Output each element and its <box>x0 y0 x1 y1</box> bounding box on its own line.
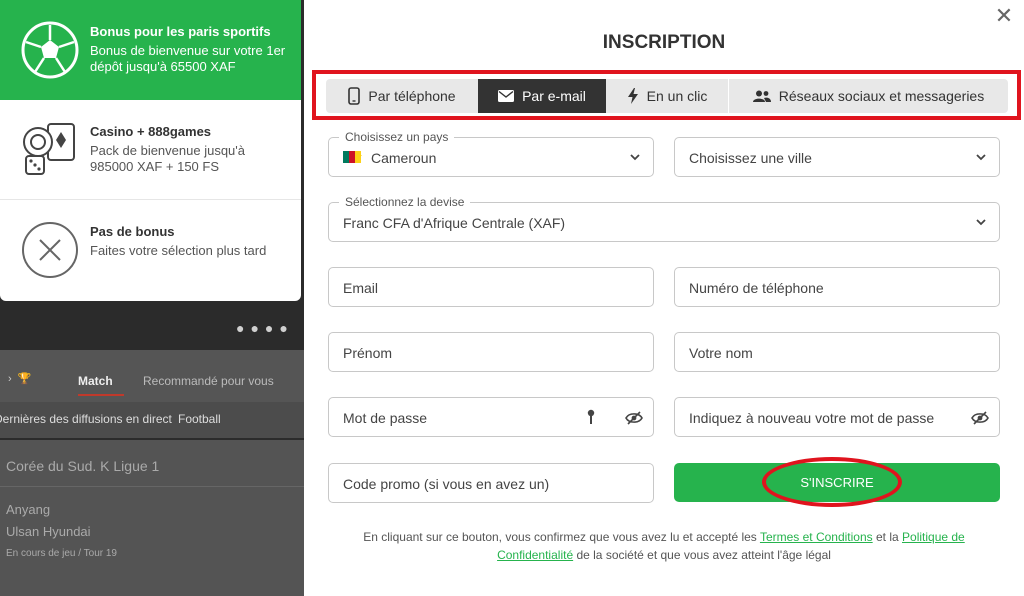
chevron-down-icon <box>976 154 986 161</box>
bonus-option-none[interactable]: Pas de bonus Faites votre sélection plus… <box>0 200 301 300</box>
envelope-icon <box>498 90 515 102</box>
currency-select[interactable]: Sélectionnez la devise Franc CFA d'Afriq… <box>328 195 1000 242</box>
background-filter-bar: Dernières des diffusions en direct Footb… <box>0 402 304 438</box>
tab-email[interactable]: Par e-mail <box>478 79 606 113</box>
currency-value: Franc CFA d'Afrique Centrale (XAF) <box>343 215 566 231</box>
eye-hidden-icon[interactable] <box>625 411 643 425</box>
password-field[interactable]: Mot de passe <box>328 397 654 437</box>
promo-placeholder: Code promo (si vous en avez un) <box>343 476 550 492</box>
bonus-title: Bonus pour les paris sportifs <box>90 24 271 39</box>
tab-label: Réseaux sociaux et messageries <box>778 88 985 104</box>
password-placeholder: Mot de passe <box>343 410 428 426</box>
users-icon <box>752 90 771 102</box>
background-round: En cours de jeu / Tour 19 <box>6 548 117 559</box>
background-league: Corée du Sud. K Ligue 1 <box>6 458 160 474</box>
background-filter-football: Football <box>178 412 221 426</box>
background-tab-underline <box>78 394 124 396</box>
eye-hidden-icon[interactable] <box>971 411 989 425</box>
legal-text-middle: et la <box>872 530 903 544</box>
modal-title: INSCRIPTION <box>602 32 726 53</box>
currency-label: Sélectionnez la devise <box>339 195 471 209</box>
bonus-title: Casino + 888games <box>90 124 212 139</box>
firstname-field[interactable]: Prénom <box>328 332 654 372</box>
background-filter-live: Dernières des diffusions en direct <box>0 412 172 426</box>
country-label: Choisissez un pays <box>339 130 455 144</box>
phone-icon <box>348 87 361 105</box>
email-field[interactable]: Email <box>328 267 654 307</box>
firstname-placeholder: Prénom <box>343 345 393 361</box>
key-icon[interactable] <box>587 409 595 425</box>
lightning-icon <box>627 88 638 104</box>
bonus-description: Bonus de bienvenue sur votre 1er dépôt j… <box>90 43 286 74</box>
password-confirm-placeholder: Indiquez à nouveau votre mot de passe <box>689 410 935 426</box>
no-bonus-x-icon <box>22 222 78 278</box>
chevron-down-icon <box>976 219 986 226</box>
city-placeholder: Choisissez une ville <box>689 150 812 166</box>
country-value: Cameroun <box>371 150 437 166</box>
carousel-dots: ●●●● <box>236 320 294 336</box>
background-match-block: Corée du Sud. K Ligue 1 Anyang Ulsan Hyu… <box>0 440 304 596</box>
phone-field[interactable]: Numéro de téléphone <box>674 267 1000 307</box>
chevron-down-icon <box>630 154 640 161</box>
soccer-ball-icon <box>21 21 79 79</box>
tab-label: Par e-mail <box>522 88 586 104</box>
bonus-title: Pas de bonus <box>90 224 175 239</box>
bonus-description: Faites votre sélection plus tard <box>90 243 267 258</box>
promo-code-field[interactable]: Code promo (si vous en avez un) <box>328 463 654 503</box>
background-tab-recommended: Recommandé pour vous <box>143 374 274 388</box>
legal-notice: En cliquant sur ce bouton, vous confirme… <box>354 528 974 564</box>
country-select[interactable]: Choisissez un pays ★ Cameroun <box>328 130 654 177</box>
bonus-option-casino[interactable]: Casino + 888games Pack de bienvenue jusq… <box>0 100 301 200</box>
cameroon-flag-icon: ★ <box>343 151 362 163</box>
tab-label: Par téléphone <box>368 88 456 104</box>
registration-method-tabs: Par téléphone Par e-mail En un clic Rése… <box>326 79 1008 113</box>
casino-chips-cards-icon <box>23 123 75 175</box>
tab-label: En un clic <box>646 88 708 104</box>
legal-text-before: En cliquant sur ce bouton, vous confirme… <box>363 530 760 544</box>
bonus-option-sports[interactable]: Bonus pour les paris sportifs Bonus de b… <box>0 0 301 100</box>
background-separator <box>0 486 304 487</box>
tab-phone[interactable]: Par téléphone <box>326 79 478 113</box>
tab-one-click[interactable]: En un clic <box>606 79 728 113</box>
legal-text-after: de la société et que vous avez atteint l… <box>573 548 831 562</box>
password-confirm-field[interactable]: Indiquez à nouveau votre mot de passe <box>674 397 1000 437</box>
registration-modal: ✕ INSCRIPTION Par téléphone Par e-mail E… <box>304 0 1024 596</box>
email-placeholder: Email <box>343 280 379 296</box>
bonus-description: Pack de bienvenue jusqu'à 985000 XAF + 1… <box>90 143 245 174</box>
bonus-panel: Bonus pour les paris sportifs Bonus de b… <box>0 0 301 301</box>
lastname-field[interactable]: Votre nom <box>674 332 1000 372</box>
lastname-placeholder: Votre nom <box>689 345 753 361</box>
terms-link[interactable]: Termes et Conditions <box>760 530 873 544</box>
tab-social-networks[interactable]: Réseaux sociaux et messageries <box>729 79 1008 113</box>
background-tab-match: Match <box>78 374 113 388</box>
close-icon[interactable]: ✕ <box>994 5 1014 27</box>
background-chevron-icon: › 🏆 <box>8 373 32 385</box>
city-select[interactable]: Choisissez une ville <box>674 137 1000 177</box>
background-team-2: Ulsan Hyundai <box>6 524 91 539</box>
submit-highlight-annotation <box>762 457 902 507</box>
phone-placeholder: Numéro de téléphone <box>689 280 824 296</box>
background-team-1: Anyang <box>6 502 51 517</box>
